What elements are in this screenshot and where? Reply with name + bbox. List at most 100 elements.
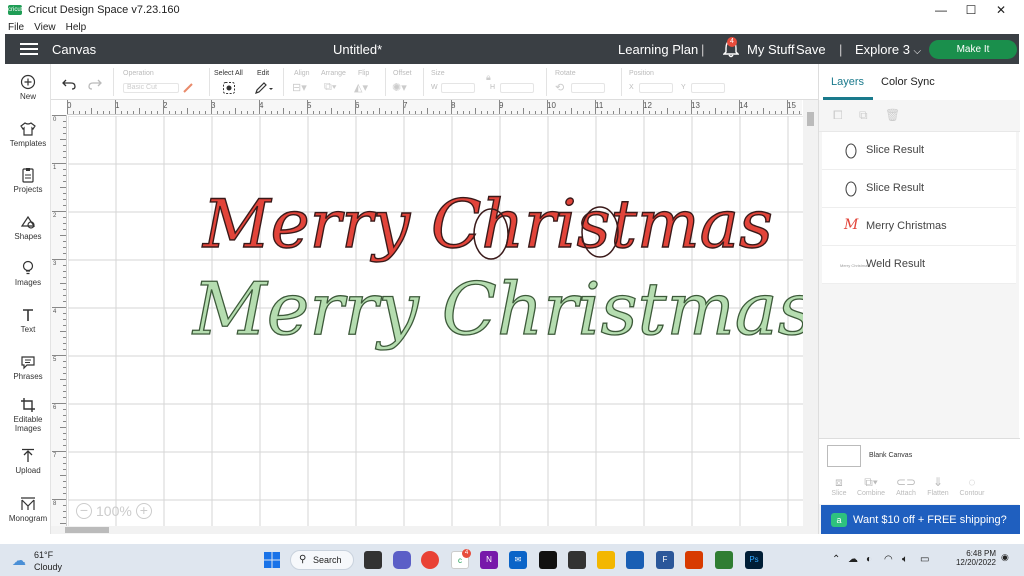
ruler-tick [427,108,428,114]
duplicate-icon[interactable]: ⧉ [859,108,868,123]
tool-projects[interactable]: Projects [5,167,51,194]
merry-christmas-red-text[interactable]: Merry Christmas [201,185,773,263]
ruler-tick [409,111,410,114]
hamburger-menu-icon[interactable] [20,40,38,58]
width-input[interactable] [441,83,475,93]
edit-pencil-icon[interactable] [254,81,274,95]
cricut-tray-icon[interactable]: ◐ [866,554,872,565]
tool-monogram[interactable]: Monogram [5,496,51,523]
dell-icon[interactable] [539,551,557,569]
system-clock[interactable]: 6:48 PM 12/20/2022 [952,549,996,567]
tool-upload[interactable]: Upload [5,448,51,475]
menu-file[interactable]: File [8,22,24,33]
tool-templates[interactable]: Templates [5,121,51,148]
make-it-button[interactable]: Make It [929,40,1017,59]
left-tool-rail: New Templates Projects Shapes Images Tex… [5,64,51,534]
ruler-number: 2 [53,213,57,219]
flatten-button[interactable]: ⇓ Flatten [922,474,954,497]
horizontal-scrollbar[interactable] [51,526,818,534]
task-view-icon[interactable] [364,551,382,569]
rotate-input[interactable] [571,83,605,93]
vertical-scrollbar[interactable] [803,100,818,526]
ruler-tick [703,111,704,114]
onenote-icon[interactable]: N [480,551,498,569]
onedrive-icon[interactable]: ☁ [848,554,858,565]
design-canvas[interactable]: 0 1 2 3 4 5 6 7 8 9 10 11 12 13 14 15 012345678 Merry C… [51,100,818,534]
group-icon[interactable]: ⧠ [833,108,843,123]
combine-icon: ⧉▾ [864,475,878,489]
select-all-icon[interactable] [222,81,236,95]
app-icon[interactable] [715,551,733,569]
chrome-icon[interactable] [421,551,439,569]
ruler-tick [63,253,66,254]
notification-icon[interactable]: ◉ [1001,552,1009,563]
tool-new[interactable]: New [5,74,51,101]
learning-plan-link[interactable]: Learning Plan [618,42,698,57]
fusion-icon[interactable]: F [656,551,674,569]
layer-row[interactable]: Slice Result [822,170,1016,208]
trash-icon[interactable]: 🗑︎ [885,108,900,122]
ruler-tick [541,111,542,114]
slice-button[interactable]: ⧈ Slice [823,474,855,497]
photoshop-icon[interactable]: Ps [745,551,763,569]
x-input[interactable] [639,83,673,93]
layer-row[interactable]: Slice Result [822,132,1016,170]
tool-images[interactable]: Images [5,260,51,287]
tool-text[interactable]: Text [5,307,51,334]
tool-phrases[interactable]: Phrases [5,354,51,381]
combine-button[interactable]: ⧉▾ Combine [855,474,887,497]
undo-icon[interactable] [62,78,76,90]
app-icon[interactable] [568,551,586,569]
arrange-icon[interactable]: ⧉▾ [324,81,336,94]
my-stuff-link[interactable]: My Stuff [747,42,794,57]
file-explorer-icon[interactable] [597,551,615,569]
contour-button[interactable]: ◌ Contour [956,474,988,497]
merry-christmas-green-text[interactable]: Merry Christmas [190,266,803,351]
promo-banner[interactable]: a Want $10 off + FREE shipping? [821,505,1020,534]
mail-icon[interactable]: ✉ [509,551,527,569]
tool-editable-images[interactable]: Editable Images [5,397,51,433]
height-input[interactable] [500,83,534,93]
menu-help[interactable]: Help [66,22,87,33]
offset-icon[interactable]: ✺▾ [392,81,407,94]
scroll-thumb[interactable] [807,112,814,126]
office-icon[interactable] [685,551,703,569]
speaker-icon[interactable]: 🔈︎ [902,554,908,565]
operation-select[interactable]: Basic Cut [123,83,179,93]
layer-row[interactable]: M Merry Christmas [822,208,1016,246]
pen-color-icon[interactable] [182,82,194,94]
save-button[interactable]: Save [796,42,826,57]
ruler-tick [601,111,602,114]
teams-icon[interactable] [393,551,411,569]
machine-select[interactable]: Explore 3 ⌵ [855,42,921,57]
tool-label: Shapes [14,232,42,241]
tab-layers[interactable]: Layers [831,76,864,88]
ruler-number: 8 [53,501,57,507]
windows-start-icon[interactable] [263,551,281,569]
lock-icon[interactable]: 🔒︎ [486,72,491,83]
tool-shapes[interactable]: Shapes [5,214,51,241]
layer-row[interactable]: Merry Christmas Weld Result [822,246,1016,284]
blank-canvas-row[interactable]: Blank Canvas [819,438,1020,474]
y-input[interactable] [691,83,725,93]
store-icon[interactable] [626,551,644,569]
redo-icon[interactable] [88,78,102,90]
scroll-thumb[interactable] [65,527,109,533]
tab-color-sync[interactable]: Color Sync [881,76,935,88]
align-icon[interactable]: ⊟▾ [292,81,307,94]
taskbar-search[interactable]: ⚲ Search [290,550,354,570]
zoom-out-button[interactable]: − [76,503,92,519]
battery-icon[interactable]: ▭ [920,554,929,565]
document-title[interactable]: Untitled* [333,42,382,57]
chevron-up-icon[interactable]: ⌃ [832,554,840,565]
flip-icon[interactable]: ◭▾ [354,81,368,94]
canvas-swatch [827,445,861,467]
wifi-icon[interactable]: ◠ [884,554,893,565]
zoom-in-button[interactable]: + [135,503,152,519]
menu-bar: File View Help [0,20,1024,34]
menu-view[interactable]: View [34,22,56,33]
ruler-tick [421,111,422,114]
close-button[interactable]: ✕ [978,0,1024,20]
ruler-tick [589,111,590,114]
attach-button[interactable]: ⊂⊃ Attach [890,474,922,497]
